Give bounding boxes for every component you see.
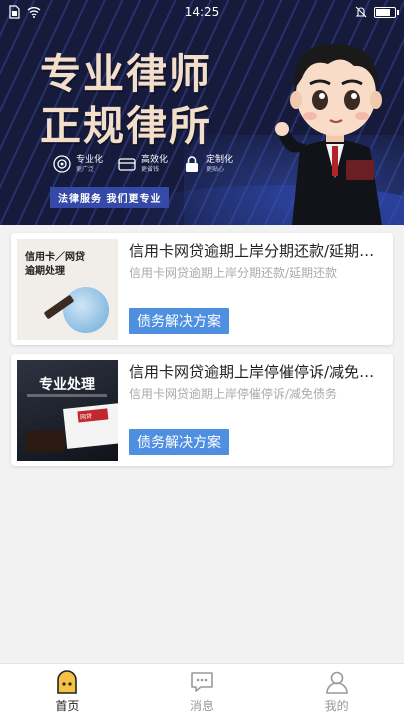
banner-features: 专业化 更广泛 高效化 更省钱 定制化 更贴心 [52, 154, 233, 174]
feature-sub: 更省钱 [141, 165, 160, 173]
home-icon [57, 670, 78, 694]
feature-item: 高效化 更省钱 [117, 154, 168, 174]
debt-solution-tag[interactable]: 债务解决方案 [129, 429, 229, 455]
thumbnail-caption: 信用卡／网贷 逾期处理 [25, 252, 85, 277]
gavel-icon [25, 430, 65, 452]
thumbnail-badge: 网贷 [77, 408, 109, 423]
battery-icon [374, 6, 399, 18]
lawyer-mascot-illustration [275, 43, 382, 225]
thumbnail-caption: 专业处理 [39, 377, 95, 393]
service-card[interactable]: 专业处理 网贷 信用卡网贷逾期上岸停催停诉/减免债务 信用卡网贷逾期上岸停催停诉… [11, 354, 393, 466]
status-bar: 14:25 [0, 0, 404, 24]
card-subtitle: 信用卡网贷逾期上岸停催停诉/减免债务 [129, 387, 338, 401]
service-card[interactable]: 信用卡／网贷 逾期处理 信用卡网贷逾期上岸分期还款/延期还款 信用卡网贷逾期上岸… [11, 233, 393, 345]
feature-sub: 更贴心 [206, 165, 225, 173]
card-subtitle: 信用卡网贷逾期上岸分期还款/延期还款 [129, 266, 338, 280]
battery-fill [376, 8, 391, 16]
nav-item-messages[interactable]: 消息 [135, 664, 270, 719]
profile-icon [325, 671, 348, 694]
feature-main: 高效化 [141, 154, 169, 165]
banner-title-line2: 正规律所 [40, 102, 212, 150]
nav-label: 消息 [190, 699, 215, 713]
thumbnail-document: 网贷 [63, 403, 118, 449]
card-thumbnail: 专业处理 网贷 [17, 360, 118, 461]
card-icon [118, 158, 136, 171]
nav-label: 我的 [324, 699, 349, 713]
feature-main: 专业化 [76, 154, 104, 165]
feature-main: 定制化 [206, 154, 234, 165]
thumbnail-fine-print [27, 394, 107, 397]
promo-banner[interactable]: 专业律师 正规律所 专业化 更广泛 高效化 更省钱 定制化 更贴心 法律服务 我… [0, 0, 404, 225]
target-icon [53, 155, 71, 173]
bottom-nav: 首页 消息 我的 [0, 663, 404, 719]
feature-sub: 更广泛 [76, 165, 95, 173]
message-icon [191, 672, 213, 692]
banner-title-line1: 专业律师 [40, 50, 212, 98]
debt-solution-tag[interactable]: 债务解决方案 [129, 308, 229, 334]
feature-item: 专业化 更广泛 [52, 154, 103, 174]
banner-slogan: 法律服务 我们更专业 [50, 187, 170, 208]
feature-item: 定制化 更贴心 [182, 154, 233, 174]
nav-item-home[interactable]: 首页 [0, 664, 135, 719]
card-title: 信用卡网贷逾期上岸停催停诉/减免债务 [129, 363, 385, 381]
card-title: 信用卡网贷逾期上岸分期还款/延期还款 [129, 242, 385, 260]
lock-icon [186, 156, 199, 172]
nav-label: 首页 [55, 699, 80, 713]
nav-item-profile[interactable]: 我的 [269, 664, 404, 719]
card-thumbnail: 信用卡／网贷 逾期处理 [17, 239, 118, 340]
thumbnail-globe [63, 287, 109, 333]
status-time: 14:25 [184, 5, 220, 19]
